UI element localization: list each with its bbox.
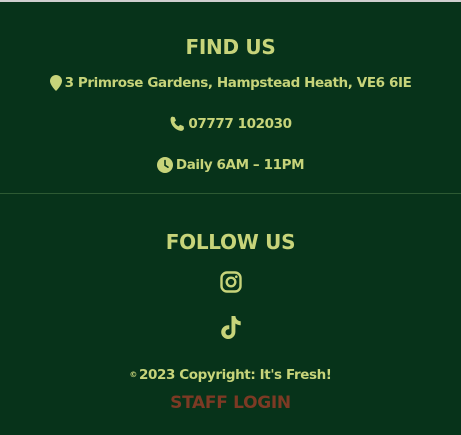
- follow-us-section: FOLLOW US © 2023 Copyright: It's Fresh! …: [0, 194, 461, 413]
- copyright-text: 2023 Copyright: It's Fresh!: [139, 367, 332, 383]
- staff-login-link[interactable]: STAFF LOGIN: [170, 393, 291, 413]
- social-links: [0, 254, 461, 344]
- hours-line: Daily 6AM – 11PM: [0, 155, 461, 175]
- map-marker-icon: [49, 75, 62, 91]
- follow-us-heading: FOLLOW US: [165, 230, 296, 254]
- site-footer: FIND US 3 Primrose Gardens, Hampstead He…: [0, 0, 461, 435]
- tiktok-icon: [220, 316, 242, 344]
- phone-line: 07777 102030: [0, 114, 461, 134]
- tiktok-link[interactable]: [220, 316, 242, 344]
- phone-text[interactable]: 07777 102030: [188, 116, 292, 132]
- copyright-symbol: ©: [129, 370, 138, 379]
- find-us-heading: FIND US: [185, 35, 276, 59]
- clock-icon: [156, 157, 173, 173]
- phone-icon: [169, 116, 185, 132]
- find-us-section: FIND US 3 Primrose Gardens, Hampstead He…: [0, 2, 461, 194]
- copyright-notice: © 2023 Copyright: It's Fresh!: [0, 366, 461, 384]
- address-text: 3 Primrose Gardens, Hampstead Heath, VE6…: [64, 75, 412, 91]
- instagram-icon: [219, 271, 242, 297]
- instagram-link[interactable]: [219, 271, 242, 297]
- address-line: 3 Primrose Gardens, Hampstead Heath, VE6…: [0, 73, 461, 93]
- hours-text: Daily 6AM – 11PM: [175, 157, 305, 173]
